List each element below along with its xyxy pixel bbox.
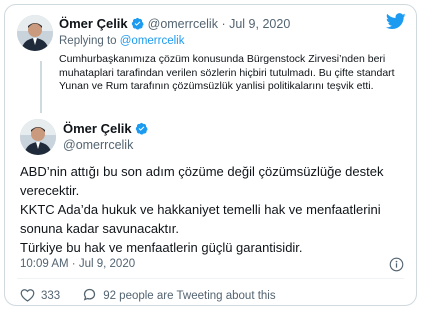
replying-to-link[interactable]: @omerrcelik [120, 35, 185, 47]
speech-bubble-icon[interactable] [82, 287, 97, 305]
verified-badge-icon [131, 17, 144, 33]
quoted-tweet-text: Cumhurbaşkanımıza çözüm konusunda Bürgen… [59, 53, 395, 92]
timestamp-row[interactable]: 10:09 AM · Jul 9, 2020 [20, 258, 135, 270]
tweet-date[interactable]: Jul 9, 2020 [79, 258, 135, 270]
info-icon[interactable] [389, 257, 404, 277]
discussion-link[interactable]: 92 people are Tweeting about this [82, 287, 276, 305]
main-author-name-row: Ömer Çelik [63, 121, 148, 138]
divider [17, 278, 404, 279]
tweet-text-line: ABD’nin attığı bu son adım çözüme değil … [20, 164, 384, 198]
author-handle[interactable]: @omerrcelik [63, 138, 133, 152]
separator-dot: · [71, 258, 76, 270]
avatar[interactable] [20, 119, 56, 155]
quoted-tweet-header: Ömer Çelik @omerrcelik · Jul 9, 2020 [59, 16, 290, 33]
separator-dot: · [221, 17, 226, 31]
avatar[interactable] [17, 15, 53, 51]
verified-badge-icon [135, 122, 148, 138]
discussion-text[interactable]: 92 people are Tweeting about this [103, 290, 275, 302]
twitter-bird-icon[interactable] [386, 13, 406, 35]
tweet-date[interactable]: Jul 9, 2020 [229, 17, 290, 31]
tweet-text-line: KKTC Ada’da hukuk ve hakkaniyet temelli … [20, 202, 381, 236]
replying-to-prefix: Replying to [59, 35, 117, 47]
tweet-text: ABD’nin attığı bu son adım çözüme değil … [20, 162, 405, 257]
author-handle[interactable]: @omerrcelik [148, 17, 218, 31]
tweet-time[interactable]: 10:09 AM [20, 258, 69, 270]
author-name[interactable]: Ömer Çelik [63, 121, 132, 136]
thread-connector-line [40, 61, 42, 113]
like-count: 333 [41, 290, 61, 302]
author-name[interactable]: Ömer Çelik [59, 16, 128, 31]
like-button[interactable]: 333 [20, 288, 60, 305]
replying-to: Replying to @omerrcelik [59, 35, 184, 47]
tweet-embed-card[interactable]: Ömer Çelik @omerrcelik · Jul 9, 2020 Rep… [4, 4, 417, 306]
tweet-text-line: Türkiye bu hak ve menfaatlerin güçlü gar… [20, 240, 303, 255]
heart-icon[interactable] [20, 288, 35, 305]
action-bar: 333 92 people are Tweeting about this [20, 287, 276, 305]
